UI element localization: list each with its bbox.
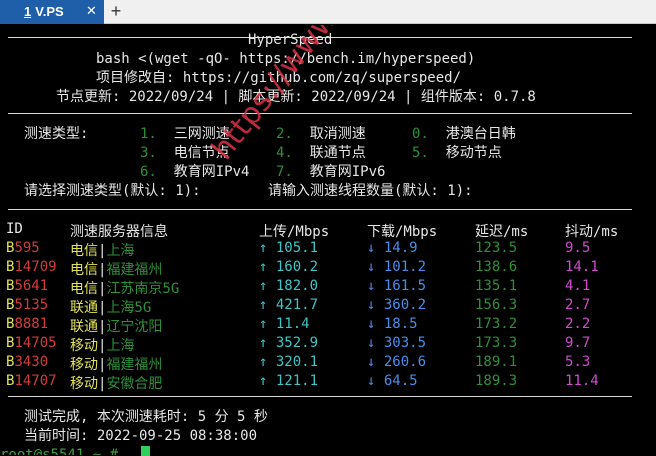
col-header-id: ID	[6, 221, 23, 237]
row-latency: 189.3	[475, 373, 518, 389]
row-download: ↓ 161.5	[367, 278, 427, 294]
session-tab[interactable]: 1 V.PS ✕	[0, 0, 104, 24]
row-download: ↓ 14.9	[367, 240, 418, 256]
menu-label: 测速类型:	[24, 126, 89, 142]
row-upload: ↑ 105.1	[259, 240, 319, 256]
table-divider	[8, 209, 632, 210]
menu-option-7: 7. 教育网IPv6	[276, 164, 386, 180]
row-upload: ↑ 121.1	[259, 373, 319, 389]
mid-divider	[8, 113, 632, 114]
row-id: B8881	[6, 316, 49, 332]
shell-prompt: root@s5541 ~ #	[0, 447, 119, 456]
row-server: 联通|辽宁沈阳	[70, 319, 163, 335]
close-tab-icon[interactable]: ✕	[86, 3, 97, 19]
row-jitter: 4.1	[565, 278, 591, 294]
row-server: 移动|上海	[70, 338, 135, 354]
row-server: 移动|安徽合肥	[70, 376, 163, 392]
row-latency: 123.5	[475, 240, 518, 256]
row-download: ↓ 18.5	[367, 316, 418, 332]
row-id: B14707	[6, 373, 57, 389]
row-upload: ↑ 182.0	[259, 278, 319, 294]
bottom-divider	[8, 396, 632, 397]
menu-option-2: 2. 取消测速	[276, 126, 366, 142]
row-id: B595	[6, 240, 40, 256]
row-jitter: 2.2	[565, 316, 591, 332]
row-server: 电信|江苏南京5G	[70, 281, 180, 297]
row-latency: 135.1	[475, 278, 518, 294]
header-updates: 节点更新: 2022/09/24 | 脚本更新: 2022/09/24 | 组件…	[56, 89, 536, 105]
row-server: 移动|福建福州	[70, 357, 163, 373]
row-server: 电信|上海	[70, 243, 135, 259]
menu-option-4: 4. 联通节点	[276, 145, 366, 161]
prompt-thread-count: 请输入测速线程数量(默认: 1):	[268, 183, 473, 199]
row-latency: 189.1	[475, 354, 518, 370]
row-jitter: 9.5	[565, 240, 591, 256]
menu-option-0: 0. 港澳台日韩	[412, 126, 516, 142]
row-jitter: 5.3	[565, 354, 591, 370]
row-jitter: 2.7	[565, 297, 591, 313]
row-jitter: 14.1	[565, 259, 599, 275]
new-tab-icon[interactable]: +	[106, 2, 126, 22]
text-cursor	[141, 446, 150, 456]
completion-message: 测试完成, 本次测速耗时: 5 分 5 秒	[24, 409, 268, 425]
row-download: ↓ 101.2	[367, 259, 427, 275]
col-header-jitter: 抖动/ms	[565, 224, 619, 240]
row-upload: ↑ 11.4	[259, 316, 310, 332]
row-latency: 156.3	[475, 297, 518, 313]
current-time: 当前时间: 2022-09-25 08:38:00	[24, 428, 258, 444]
col-header-upload: 上传/Mbps	[259, 224, 330, 240]
row-latency: 173.2	[475, 316, 518, 332]
row-upload: ↑ 421.7	[259, 297, 319, 313]
row-server: 联通|上海5G	[70, 300, 152, 316]
row-id: B5135	[6, 297, 49, 313]
row-id: B14705	[6, 335, 57, 351]
row-jitter: 11.4	[565, 373, 599, 389]
row-download: ↓ 64.5	[367, 373, 418, 389]
row-upload: ↑ 352.9	[259, 335, 319, 351]
row-upload: ↑ 160.2	[259, 259, 319, 275]
row-server: 电信|福建福州	[70, 262, 163, 278]
row-id: B3430	[6, 354, 49, 370]
row-download: ↓ 260.6	[367, 354, 427, 370]
session-tab-label[interactable]: 1 V.PS	[24, 4, 64, 19]
row-latency: 173.3	[475, 335, 518, 351]
row-download: ↓ 360.2	[367, 297, 427, 313]
row-id: B5641	[6, 278, 49, 294]
row-id: B14709	[6, 259, 57, 275]
tab-bar: 1 V.PS ✕ +	[0, 0, 656, 24]
row-latency: 138.6	[475, 259, 518, 275]
col-header-latency: 延迟/ms	[475, 224, 529, 240]
row-upload: ↑ 320.1	[259, 354, 319, 370]
terminal-output[interactable]: HyperSpeed bash <(wget -qO- https://benc…	[0, 25, 656, 456]
col-header-download: 下载/Mbps	[367, 224, 438, 240]
row-download: ↓ 303.5	[367, 335, 427, 351]
row-jitter: 9.7	[565, 335, 591, 351]
col-header-server: 测速服务器信息	[70, 224, 168, 240]
prompt-test-type: 请选择测速类型(默认: 1):	[24, 183, 201, 199]
menu-option-5: 5. 移动节点	[412, 145, 502, 161]
